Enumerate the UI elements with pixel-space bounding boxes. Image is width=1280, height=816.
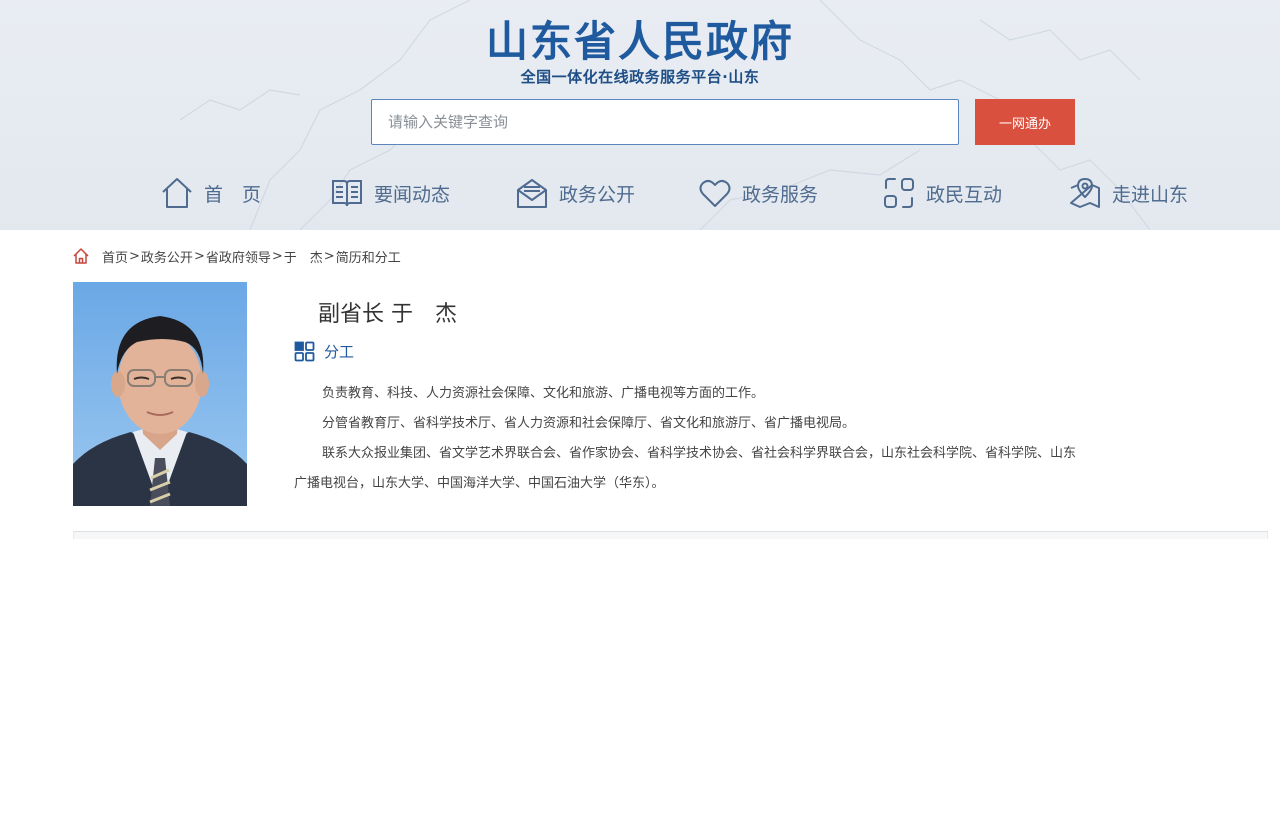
- duty-paragraph: 联系大众报业集团、省文学艺术界联合会、省作家协会、省科学技术协会、省社会科学界联…: [294, 446, 1077, 491]
- duty-paragraph: 分管省教育厅、省科学技术厅、省人力资源和社会保障厅、省文化和旅游厅、省广播电视局…: [322, 416, 856, 431]
- nav-item-public[interactable]: 政务公开: [515, 170, 635, 216]
- breadcrumb-home[interactable]: 首页: [102, 247, 128, 266]
- breadcrumb-leaders[interactable]: 省政府领导: [206, 247, 271, 266]
- nav-label: 走进山东: [1112, 183, 1189, 206]
- leader-name: 副省长 于 杰: [318, 302, 457, 327]
- search-button[interactable]: 一网通办: [975, 99, 1075, 145]
- main-nav: 首 页 要闻动态 政务公开 政务服务 政民互动 走进山东: [160, 170, 1200, 216]
- breadcrumb-separator: >: [323, 248, 335, 264]
- nav-item-services[interactable]: 政务服务: [698, 170, 818, 216]
- section-label-duties: 分工: [294, 341, 354, 362]
- duty-paragraph: 负责教育、科技、人力资源社会保障、文化和旅游、广播电视等方面的工作。: [322, 386, 765, 401]
- breadcrumb: 首页 > 政务公开 > 省政府领导 > 于 杰 > 简历和分工: [72, 246, 401, 266]
- nav-item-home[interactable]: 首 页: [160, 170, 261, 216]
- mail-icon: [517, 179, 547, 208]
- content-divider: [73, 531, 1268, 539]
- section-label-text: 分工: [324, 343, 355, 361]
- nav-label: 政务公开: [559, 183, 636, 206]
- search-input[interactable]: [371, 99, 959, 145]
- nav-label: 政务服务: [742, 183, 819, 206]
- breadcrumb-separator: >: [129, 248, 140, 264]
- book-icon: [332, 180, 362, 207]
- nav-item-about[interactable]: 走进山东: [1068, 170, 1188, 216]
- site-subtitle: 全国一体化在线政务服务平台·山东: [520, 68, 760, 86]
- interaction-icon: [884, 178, 914, 208]
- grid-icon: [294, 341, 315, 362]
- leader-photo: [73, 282, 247, 506]
- nav-item-news[interactable]: 要闻动态: [330, 170, 450, 216]
- site-header: 山东省人民政府 全国一体化在线政务服务平台·山东 一网通办 首 页 要闻动态: [0, 0, 1280, 230]
- map-pin-icon: [1070, 178, 1100, 208]
- breadcrumb-separator: >: [193, 248, 205, 264]
- breadcrumb-leader[interactable]: 于 杰: [284, 247, 323, 266]
- nav-item-interaction[interactable]: 政民互动: [882, 170, 1002, 216]
- site-title: 山东省人民政府: [485, 17, 794, 66]
- breadcrumb-current: 简历和分工: [335, 250, 401, 266]
- heart-icon: [699, 179, 731, 207]
- breadcrumb-public[interactable]: 政务公开: [141, 247, 193, 266]
- home-icon[interactable]: [72, 247, 90, 265]
- nav-label: 政民互动: [926, 183, 1003, 206]
- home-icon: [162, 178, 192, 208]
- nav-label: 要闻动态: [374, 183, 451, 206]
- breadcrumb-separator: >: [271, 248, 283, 264]
- nav-label: 首 页: [204, 183, 262, 206]
